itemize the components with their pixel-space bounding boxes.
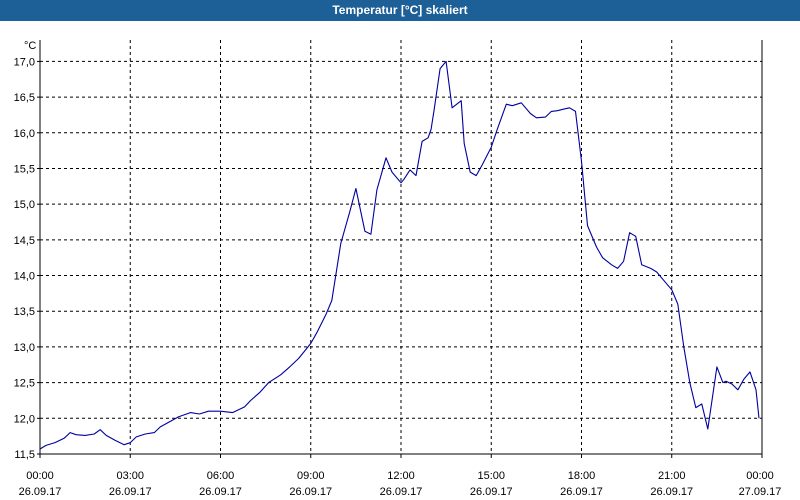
x-tick-date: 26.09.17 bbox=[380, 486, 423, 498]
x-tick-date: 26.09.17 bbox=[109, 486, 152, 498]
x-tick-time: 12:00 bbox=[387, 470, 415, 482]
x-tick-time: 15:00 bbox=[477, 470, 505, 482]
y-tick-label: 14,0 bbox=[14, 271, 35, 283]
x-tick-date: 26.09.17 bbox=[560, 486, 603, 498]
x-tick-date: 26.09.17 bbox=[289, 486, 332, 498]
x-tick-date: 26.09.17 bbox=[19, 486, 62, 498]
temperature-series-line bbox=[39, 60, 760, 450]
y-tick-label: 12,0 bbox=[14, 413, 35, 425]
y-tick-label: 15,0 bbox=[14, 199, 35, 211]
axes bbox=[37, 40, 763, 458]
x-tick-time: 09:00 bbox=[297, 470, 325, 482]
x-tick-time: 18:00 bbox=[568, 470, 596, 482]
y-tick-label: 13,0 bbox=[14, 342, 35, 354]
x-tick-time: 00:00 bbox=[746, 470, 774, 482]
grid bbox=[40, 40, 762, 454]
x-tick-time: 06:00 bbox=[207, 470, 235, 482]
series-layer bbox=[39, 60, 760, 450]
y-tick-label: 17,0 bbox=[14, 56, 35, 68]
temperature-line-chart: 17,0 16,5 16,0 15,5 15,0 14,5 14,0 13,5 13,0 12,5… bbox=[14, 40, 782, 498]
x-tick-date: 27.09.17 bbox=[739, 486, 782, 498]
y-tick-label: 14,5 bbox=[14, 235, 35, 247]
chart-window: Temperatur [°C] skaliert 17,0 16,5 16,0 15,… bbox=[0, 0, 800, 500]
y-tick-label: 12,5 bbox=[14, 378, 35, 390]
x-tick-date: 26.09.17 bbox=[199, 486, 242, 498]
y-tick-label: 11,5 bbox=[14, 449, 35, 461]
y-tick-label: 13,5 bbox=[14, 306, 35, 318]
x-tick-date: 26.09.17 bbox=[470, 486, 513, 498]
y-tick-label: 16,5 bbox=[14, 92, 35, 104]
x-tick-time: 03:00 bbox=[116, 470, 144, 482]
x-tick-time: 00:00 bbox=[26, 470, 54, 482]
x-tick-date: 26.09.17 bbox=[650, 486, 693, 498]
y-tick-label: 15,5 bbox=[14, 163, 35, 175]
y-axis-unit: °C bbox=[24, 40, 36, 52]
y-tick-label: 16,0 bbox=[14, 128, 35, 140]
tick-labels: 17,0 16,5 16,0 15,5 15,0 14,5 14,0 13,5 13,0 12,5… bbox=[14, 40, 782, 498]
x-tick-time: 21:00 bbox=[658, 470, 686, 482]
